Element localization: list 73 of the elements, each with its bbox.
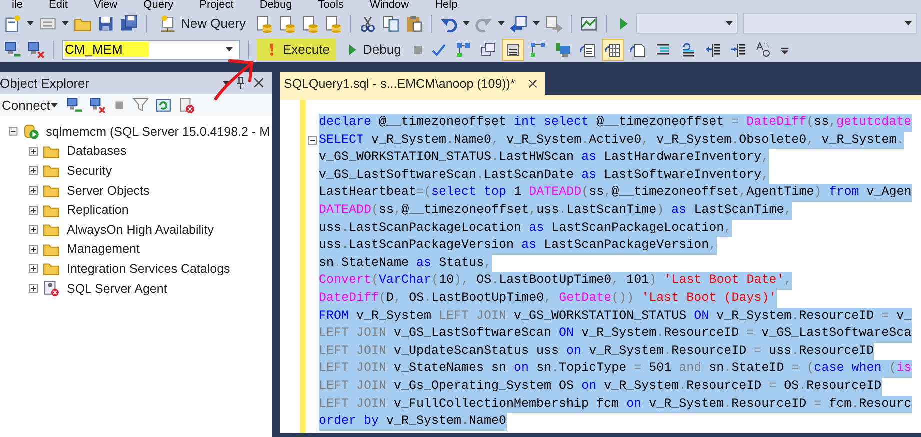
expand-toggle[interactable] <box>29 264 38 274</box>
menu-item[interactable]: Query <box>144 0 188 11</box>
expand-toggle[interactable] <box>29 166 38 176</box>
menu-item[interactable]: Debug <box>260 0 306 11</box>
menu-item[interactable]: Help <box>435 0 472 11</box>
menu-item[interactable]: Edit <box>49 0 82 11</box>
server-icon <box>22 123 40 140</box>
panel-title: Object Explorer <box>0 76 91 90</box>
expand-toggle[interactable] <box>29 284 38 294</box>
new-query-icon <box>159 14 177 32</box>
new-project-icon[interactable] <box>4 14 22 32</box>
check-icon[interactable] <box>431 42 448 58</box>
save-all-icon[interactable] <box>120 14 138 32</box>
monitor-x-icon[interactable] <box>89 96 106 114</box>
new-query-button[interactable]: New Query <box>155 12 250 34</box>
menu-item[interactable]: Window <box>370 0 424 11</box>
caret-icon <box>905 21 912 26</box>
save-icon[interactable] <box>97 14 115 32</box>
execute-button[interactable]: Execute <box>257 38 336 60</box>
caret-icon[interactable] <box>62 21 69 26</box>
close-icon[interactable] <box>527 78 540 90</box>
dropdown-field[interactable] <box>636 13 738 34</box>
chart-window-icon[interactable] <box>580 14 598 32</box>
tree-item[interactable]: Integration Services Catalogs <box>65 262 232 276</box>
refresh-icon[interactable] <box>155 96 172 114</box>
tree-item[interactable]: SQL Server Agent <box>65 282 170 296</box>
collapse-toggle[interactable] <box>9 127 18 136</box>
copy-icon[interactable] <box>382 14 400 32</box>
caret-icon <box>51 102 58 108</box>
tree-item[interactable]: Databases <box>65 144 129 158</box>
cut-icon[interactable] <box>359 14 378 32</box>
menu-item[interactable]: Project <box>200 0 248 11</box>
connect-button[interactable]: Connect <box>0 98 60 112</box>
filter-icon[interactable] <box>133 97 150 113</box>
expand-toggle[interactable] <box>29 225 38 234</box>
tree-item[interactable]: Security <box>65 164 114 178</box>
monitor-x-icon[interactable] <box>27 40 45 58</box>
debug-button[interactable]: Debug <box>340 38 406 60</box>
database-dropdown[interactable]: CM_MEM <box>62 40 240 60</box>
caret-icon[interactable] <box>533 21 540 26</box>
dropdown-field[interactable] <box>743 13 918 34</box>
document-error-icon[interactable] <box>178 96 196 114</box>
expand-toggle[interactable] <box>29 146 38 156</box>
expand-toggle[interactable] <box>29 244 38 254</box>
menu-item[interactable]: ile <box>12 0 38 11</box>
database-document-icon[interactable] <box>255 14 274 32</box>
monitor-icon[interactable] <box>66 96 84 114</box>
database-document-icon[interactable] <box>301 14 320 32</box>
caret-icon <box>226 47 233 52</box>
menu-item[interactable]: View <box>94 0 132 11</box>
document-tab[interactable]: SQLQuery1.sql - s...EMCM\anoop (109))* <box>280 72 546 95</box>
caret-icon <box>726 21 734 26</box>
monitor-icon[interactable] <box>4 40 22 58</box>
tree-item[interactable]: sqlmemcm (SQL Server 15.0.4198.2 - M <box>44 124 272 139</box>
expand-toggle[interactable] <box>29 186 38 196</box>
caret-icon[interactable] <box>463 21 470 26</box>
database-document-icon[interactable] <box>278 14 296 32</box>
window-arrow-icon[interactable] <box>510 14 528 32</box>
caret-icon[interactable] <box>498 21 506 26</box>
close-icon[interactable] <box>252 76 266 90</box>
expand-toggle[interactable] <box>29 206 38 215</box>
window-arrow-icon[interactable] <box>545 14 564 32</box>
caret-icon[interactable] <box>223 80 230 86</box>
agent-icon <box>43 280 60 298</box>
menu-item[interactable]: Tools <box>318 0 358 11</box>
collapse-icon[interactable] <box>308 136 317 145</box>
caret-icon[interactable] <box>27 21 34 26</box>
tree-item[interactable]: Replication <box>65 203 131 218</box>
database-document-icon[interactable] <box>324 14 342 32</box>
paste-icon[interactable] <box>405 14 424 32</box>
tree-item[interactable]: Server Objects <box>65 184 152 198</box>
tree-item[interactable]: Management <box>65 242 142 256</box>
tree-item[interactable]: AlwaysOn High Availability <box>65 222 216 237</box>
